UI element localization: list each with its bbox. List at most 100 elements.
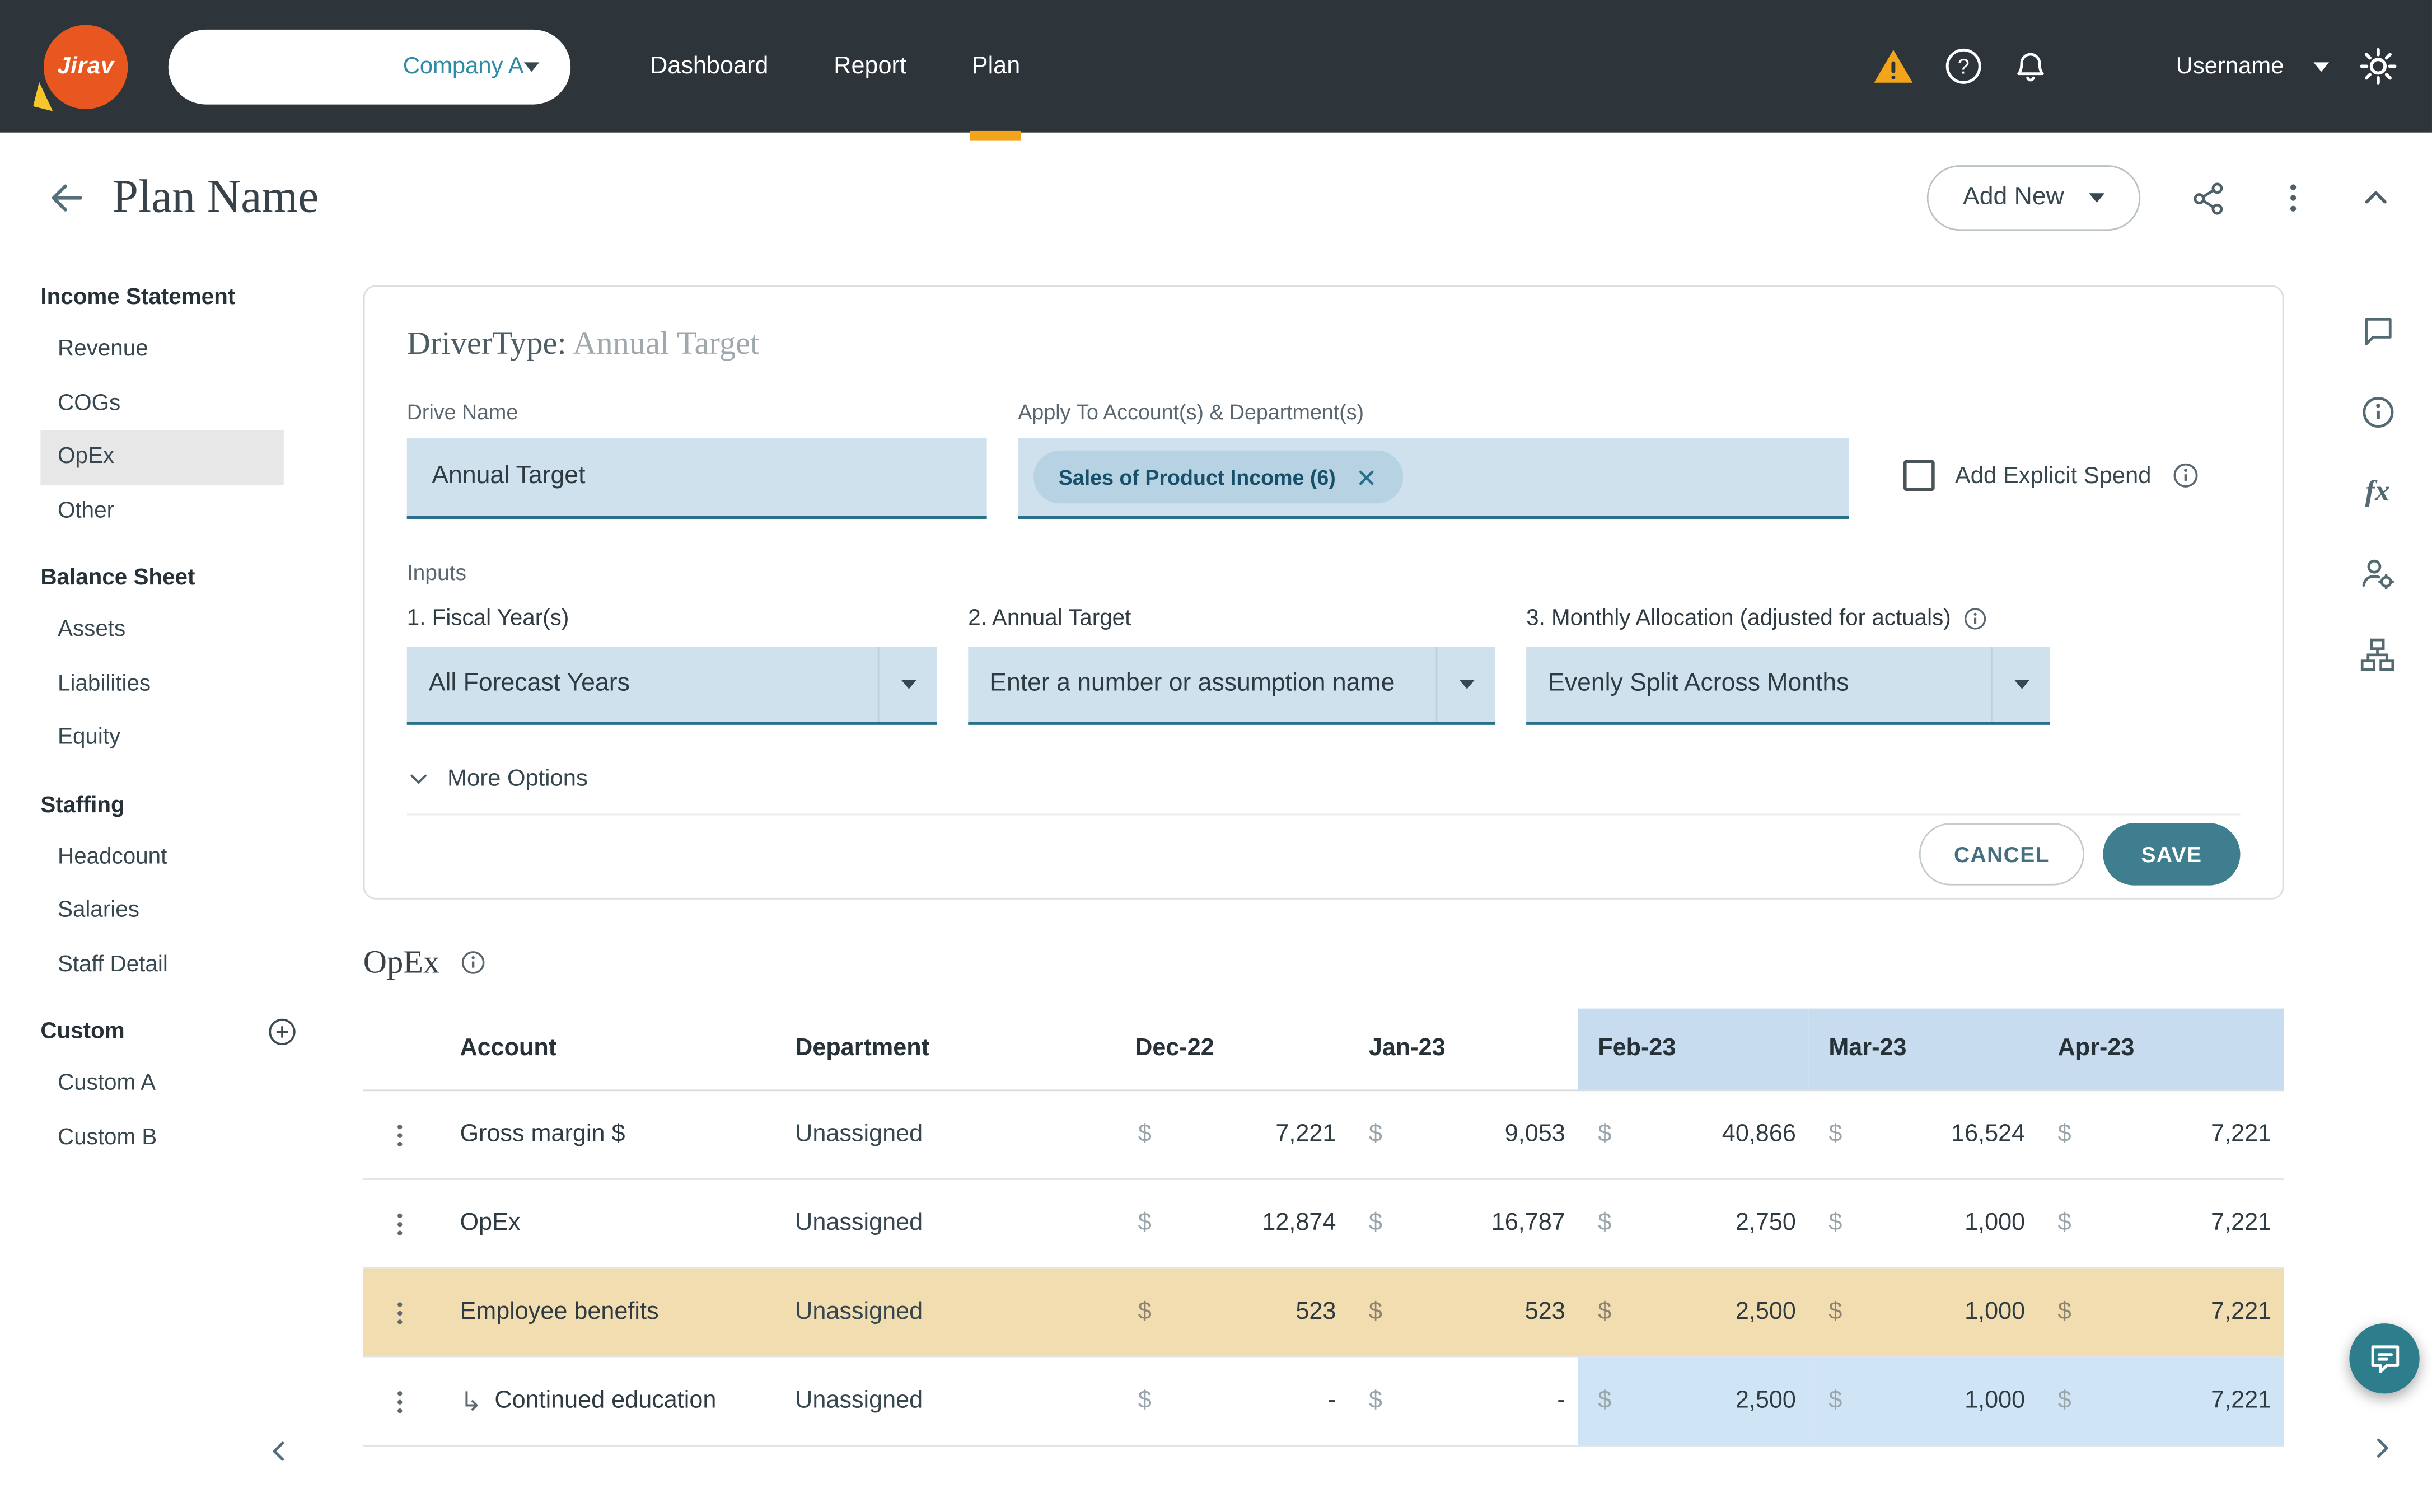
chip-close-icon[interactable] [1354, 465, 1378, 489]
column-header-mar-23[interactable]: Mar-23 [1808, 1008, 2038, 1090]
column-header-jan-23[interactable]: Jan-23 [1349, 1035, 1578, 1063]
value-cell[interactable]: $2,750 [1578, 1180, 1808, 1267]
sidebar-item-revenue[interactable]: Revenue [40, 322, 283, 376]
currency-symbol: $ [1598, 1298, 1612, 1325]
sidebar-item-cogs[interactable]: COGs [40, 376, 283, 430]
department-cell[interactable]: Unassigned [779, 1091, 1075, 1178]
back-arrow-icon[interactable] [47, 177, 87, 218]
sidebar-item-headcount[interactable]: Headcount [40, 830, 283, 884]
value-cell[interactable]: $1,000 [1808, 1269, 2037, 1356]
column-header-account[interactable]: Account [437, 1035, 780, 1063]
add-explicit-spend-checkbox[interactable] [1903, 460, 1935, 491]
formulas-fx-icon[interactable]: fx [2359, 474, 2396, 512]
row-menu-kebab-icon[interactable] [385, 1120, 415, 1150]
value-cell-forecast[interactable]: $1,000 [1808, 1357, 2038, 1445]
annual-target-label: 2. Annual Target [968, 605, 1495, 633]
value-cell[interactable]: $ - [1349, 1357, 1578, 1445]
info-icon[interactable] [1963, 606, 1989, 631]
column-header-apr-23[interactable]: Apr-23 [2037, 1008, 2284, 1090]
company-selector[interactable]: Company A [168, 29, 571, 104]
collapse-chevron-up-icon[interactable] [2360, 182, 2392, 214]
value-cell[interactable]: $12,874 [1075, 1180, 1348, 1267]
nav-item-report[interactable]: Report [801, 0, 939, 133]
rail-collapse-chevron-right-icon[interactable] [2368, 1434, 2396, 1470]
info-icon[interactable] [2172, 461, 2200, 489]
comments-icon[interactable] [2359, 312, 2396, 349]
value-cell[interactable]: $523 [1075, 1269, 1348, 1356]
sidebar-item-custom-b[interactable]: Custom B [40, 1111, 283, 1164]
account-cell[interactable]: OpEx [437, 1180, 780, 1267]
feedback-chat-button[interactable] [2349, 1323, 2420, 1394]
add-new-button[interactable]: Add New [1926, 165, 2141, 231]
account-cell[interactable]: Employee benefits [437, 1269, 780, 1356]
column-header-feb-23[interactable]: Feb-23 [1578, 1008, 1809, 1090]
jirav-logo[interactable]: Jirav [33, 24, 128, 111]
value-cell[interactable]: $40,866 [1578, 1091, 1808, 1178]
table-header-row: Account Department Dec-22 Jan-23 Feb-23 … [363, 1008, 2284, 1092]
drivers-icon[interactable] [2359, 555, 2396, 592]
primary-nav: Dashboard Report Plan [618, 0, 1053, 141]
warning-icon[interactable] [1872, 45, 1914, 87]
value-cell[interactable]: $523 [1349, 1269, 1578, 1356]
notifications-bell-icon[interactable] [2012, 48, 2048, 84]
sidebar-item-opex[interactable]: OpEx [40, 430, 284, 484]
account-cell[interactable]: ↳ Continued education [437, 1357, 780, 1445]
select-caret[interactable] [1990, 647, 2050, 722]
annual-target-select[interactable]: Enter a number or assumption name [968, 647, 1495, 725]
value-cell[interactable]: $9,053 [1349, 1091, 1578, 1178]
department-cell[interactable]: Unassigned [779, 1180, 1075, 1267]
row-menu-kebab-icon[interactable] [385, 1209, 415, 1238]
select-caret[interactable] [877, 647, 937, 722]
more-options-kebab-icon[interactable] [2276, 181, 2311, 215]
nav-item-dashboard[interactable]: Dashboard [618, 0, 801, 133]
hierarchy-icon[interactable] [2359, 636, 2396, 673]
value-cell[interactable]: $7,221 [1075, 1091, 1348, 1178]
sidebar-item-assets[interactable]: Assets [40, 603, 283, 657]
select-caret[interactable] [1435, 647, 1495, 722]
sidebar-item-equity[interactable]: Equity [40, 711, 283, 765]
value-cell[interactable]: $7,221 [2037, 1180, 2284, 1267]
info-icon[interactable] [460, 948, 486, 975]
help-icon[interactable]: ? [1944, 47, 1983, 86]
row-menu-kebab-icon[interactable] [385, 1298, 415, 1327]
value-cell-forecast[interactable]: $7,221 [2037, 1357, 2284, 1445]
fiscal-years-select[interactable]: All Forecast Years [406, 647, 937, 725]
value-cell[interactable]: $7,221 [2037, 1269, 2284, 1356]
cancel-button[interactable]: CANCEL [1919, 823, 2085, 886]
sidebar-item-staff-detail[interactable]: Staff Detail [40, 938, 283, 991]
nav-item-plan[interactable]: Plan [939, 0, 1053, 141]
sidebar-item-liabilities[interactable]: Liabilities [40, 657, 283, 711]
value-cell[interactable]: $7,221 [2037, 1091, 2284, 1178]
row-menu-kebab-icon[interactable] [385, 1387, 415, 1416]
value-cell[interactable]: $ - [1075, 1357, 1348, 1445]
monthly-allocation-select[interactable]: Evenly Split Across Months [1526, 647, 2050, 725]
info-icon[interactable] [2359, 393, 2396, 430]
sidebar-item-custom-a[interactable]: Custom A [40, 1057, 283, 1111]
drive-name-input[interactable]: Annual Target [406, 438, 987, 519]
more-options-toggle[interactable]: More Options [407, 765, 588, 792]
account-cell[interactable]: Gross margin $ [437, 1091, 780, 1178]
logo-text: Jirav [57, 53, 115, 80]
left-sidebar: Income Statement Revenue COGs OpEx Other… [0, 264, 320, 1512]
account-chip[interactable]: Sales of Product Income (6) [1033, 450, 1403, 504]
user-avatar[interactable] [2078, 34, 2143, 99]
value-cell[interactable]: $16,524 [1808, 1091, 2037, 1178]
value-cell-forecast[interactable]: $2,500 [1578, 1357, 1809, 1445]
department-cell[interactable]: Unassigned [779, 1357, 1075, 1445]
add-custom-plus-icon[interactable] [266, 1017, 298, 1048]
save-button[interactable]: SAVE [2103, 823, 2241, 886]
sidebar-collapse-chevron-left-icon[interactable] [265, 1437, 293, 1473]
sidebar-item-salaries[interactable]: Salaries [40, 884, 283, 938]
column-header-dec-22[interactable]: Dec-22 [1075, 1035, 1348, 1063]
user-menu-caret-icon[interactable] [2313, 61, 2330, 71]
department-cell[interactable]: Unassigned [779, 1269, 1075, 1356]
settings-gear-icon[interactable] [2359, 47, 2398, 86]
username-label: Username [2176, 53, 2284, 80]
column-header-department[interactable]: Department [779, 1035, 1075, 1063]
value-cell[interactable]: $16,787 [1349, 1180, 1578, 1267]
sidebar-item-other[interactable]: Other [40, 484, 283, 538]
value-cell[interactable]: $1,000 [1808, 1180, 2037, 1267]
apply-to-input[interactable]: Sales of Product Income (6) [1018, 438, 1849, 519]
share-icon[interactable] [2190, 180, 2226, 216]
value-cell[interactable]: $2,500 [1578, 1269, 1808, 1356]
